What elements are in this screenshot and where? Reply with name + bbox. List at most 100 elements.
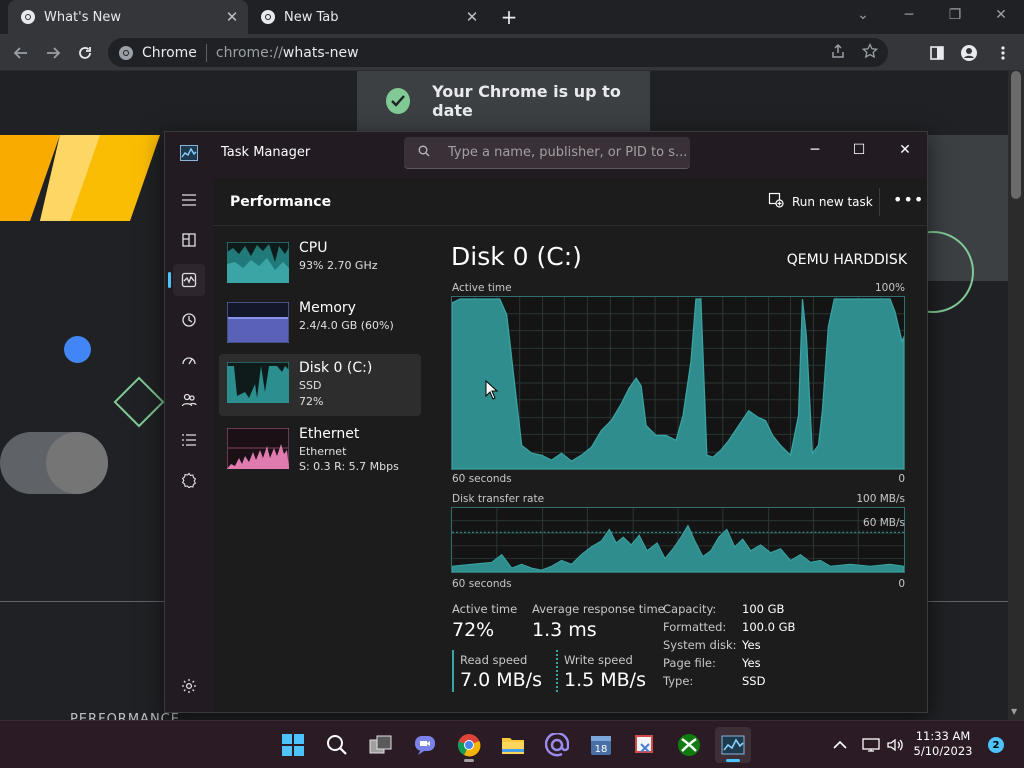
graph1-x-label: 60 seconds xyxy=(452,473,512,485)
read-speed-indicator xyxy=(452,650,454,692)
mail-icon[interactable] xyxy=(539,727,575,763)
show-hidden-icons-icon[interactable] xyxy=(833,721,847,768)
write-speed-label: Write speed xyxy=(564,653,633,667)
graph2-label: Disk transfer rate xyxy=(452,493,545,505)
run-new-task-label: Run new task xyxy=(792,194,873,209)
bookmark-star-icon[interactable] xyxy=(861,42,879,63)
chrome-favicon-icon xyxy=(21,10,35,24)
active-time-graph xyxy=(451,296,905,470)
disk-model: QEMU HARDDISK xyxy=(786,252,907,268)
close-icon[interactable]: ✕ xyxy=(882,136,928,164)
tab-close-icon[interactable]: ✕ xyxy=(222,7,242,27)
decorative-pill-knob xyxy=(46,432,108,494)
type-key: Type: xyxy=(663,674,694,688)
users-icon[interactable] xyxy=(173,384,205,416)
forward-icon[interactable] xyxy=(40,40,66,66)
task-manager-icon[interactable] xyxy=(715,727,751,763)
network-icon[interactable] xyxy=(862,721,880,768)
more-options-icon[interactable]: ••• xyxy=(893,190,924,209)
search-icon[interactable] xyxy=(319,727,355,763)
resource-list: CPU 93% 2.70 GHz Memory 2.4/4.0 GB (60%)… xyxy=(213,226,423,712)
start-icon[interactable] xyxy=(275,727,311,763)
resource-item-cpu[interactable]: CPU 93% 2.70 GHz xyxy=(219,234,421,296)
clock-date: 5/10/2023 xyxy=(913,744,973,758)
resource-detail: SSD xyxy=(299,379,322,392)
graph1-label: Active time xyxy=(452,282,512,294)
side-panel-icon[interactable] xyxy=(924,40,950,66)
performance-icon[interactable] xyxy=(173,264,205,296)
reload-icon[interactable] xyxy=(72,40,98,66)
page-scrollbar[interactable]: ▲ ▼ xyxy=(1008,71,1024,720)
services-icon[interactable] xyxy=(173,464,205,496)
task-view-icon[interactable] xyxy=(363,727,399,763)
snipping-tool-icon[interactable] xyxy=(627,727,663,763)
window-controls: ⌄ ─ ❐ ✕ xyxy=(840,0,1024,34)
system-clock[interactable]: 11:33 AM 5/10/2023 xyxy=(908,729,978,759)
task-manager-window: Task Manager Type a name, publisher, or … xyxy=(164,131,928,713)
profile-icon[interactable] xyxy=(956,40,982,66)
resource-item-memory[interactable]: Memory 2.4/4.0 GB (60%) xyxy=(219,294,421,356)
graph2-mid: 60 MB/s xyxy=(863,517,905,529)
process-search-input[interactable]: Type a name, publisher, or PID to s... xyxy=(404,137,690,169)
capacity-key: Capacity: xyxy=(663,602,717,616)
volume-icon[interactable] xyxy=(886,721,904,768)
graph1-max: 100% xyxy=(874,282,905,294)
graph2-min: 0 xyxy=(898,578,905,590)
xbox-icon[interactable] xyxy=(671,727,707,763)
task-manager-titlebar: Task Manager Type a name, publisher, or … xyxy=(165,132,927,178)
header-divider xyxy=(879,188,880,216)
restore-icon[interactable]: ❐ xyxy=(932,0,978,30)
new-tab-button[interactable]: + xyxy=(496,5,522,29)
page-file-value: Yes xyxy=(742,656,761,670)
maximize-icon[interactable]: ☐ xyxy=(836,136,882,164)
chrome-icon[interactable] xyxy=(451,727,487,763)
tab-search-icon[interactable]: ⌄ xyxy=(840,0,886,30)
decorative-diamond xyxy=(113,376,165,428)
browser-menu-icon[interactable] xyxy=(990,40,1016,66)
tab-whats-new[interactable]: What's New ✕ xyxy=(8,0,248,34)
back-icon[interactable] xyxy=(8,40,34,66)
checkmark-icon xyxy=(386,88,411,114)
memory-mini-graph xyxy=(227,302,289,343)
avg-response-value: 1.3 ms xyxy=(532,619,597,641)
tab-new-tab[interactable]: New Tab ✕ xyxy=(248,0,488,34)
resource-item-disk[interactable]: Disk 0 (C:) SSD 72% xyxy=(219,354,421,416)
resource-detail: Ethernet xyxy=(299,445,347,458)
run-new-task-button[interactable]: Run new task xyxy=(768,192,873,211)
scroll-down-icon[interactable]: ▼ xyxy=(1011,707,1017,716)
chat-icon[interactable] xyxy=(407,727,443,763)
share-icon[interactable] xyxy=(830,43,846,63)
processes-icon[interactable] xyxy=(173,224,205,256)
active-time-value: 72% xyxy=(452,619,495,641)
disk-mini-graph xyxy=(227,362,289,403)
notification-badge[interactable]: 2 xyxy=(988,737,1004,753)
settings-gear-icon[interactable] xyxy=(175,672,203,700)
performance-header: Performance Run new task ••• xyxy=(213,178,927,226)
resource-item-ethernet[interactable]: Ethernet Ethernet S: 0.3 R: 5.7 Mbps xyxy=(219,420,421,482)
scroll-thumb[interactable] xyxy=(1011,71,1021,199)
minimize-icon[interactable]: ─ xyxy=(886,0,932,30)
address-bar[interactable]: Chrome chrome:// whats-new xyxy=(108,38,888,67)
page-file-key: Page file: xyxy=(663,656,716,670)
task-manager-app-icon xyxy=(180,145,198,161)
file-explorer-icon[interactable] xyxy=(495,727,531,763)
calendar-icon[interactable]: 18 xyxy=(583,727,619,763)
minimize-icon[interactable]: ─ xyxy=(792,136,838,164)
graph2-max: 100 MB/s xyxy=(856,493,905,505)
windows-taskbar: 18 11:33 AM 5/10/2023 2 xyxy=(0,720,1024,768)
resource-detail: 72% xyxy=(299,395,324,408)
system-disk-value: Yes xyxy=(742,638,761,652)
chrome-favicon-icon xyxy=(261,10,275,24)
update-status-banner: Your Chrome is up to date xyxy=(357,71,650,131)
graph1-min: 0 xyxy=(898,473,905,485)
startup-apps-icon[interactable] xyxy=(173,344,205,376)
tab-strip: What's New ✕ New Tab ✕ + ⌄ ─ ❐ ✕ xyxy=(0,0,1024,34)
tab-close-icon[interactable]: ✕ xyxy=(462,7,482,27)
resource-name: Memory xyxy=(299,300,356,316)
browser-toolbar: Chrome chrome:// whats-new xyxy=(0,34,1024,71)
close-icon[interactable]: ✕ xyxy=(978,0,1024,30)
app-history-icon[interactable] xyxy=(173,304,205,336)
omnibox-divider xyxy=(205,43,207,62)
details-icon[interactable] xyxy=(173,424,205,456)
hamburger-menu-icon[interactable] xyxy=(173,184,205,216)
